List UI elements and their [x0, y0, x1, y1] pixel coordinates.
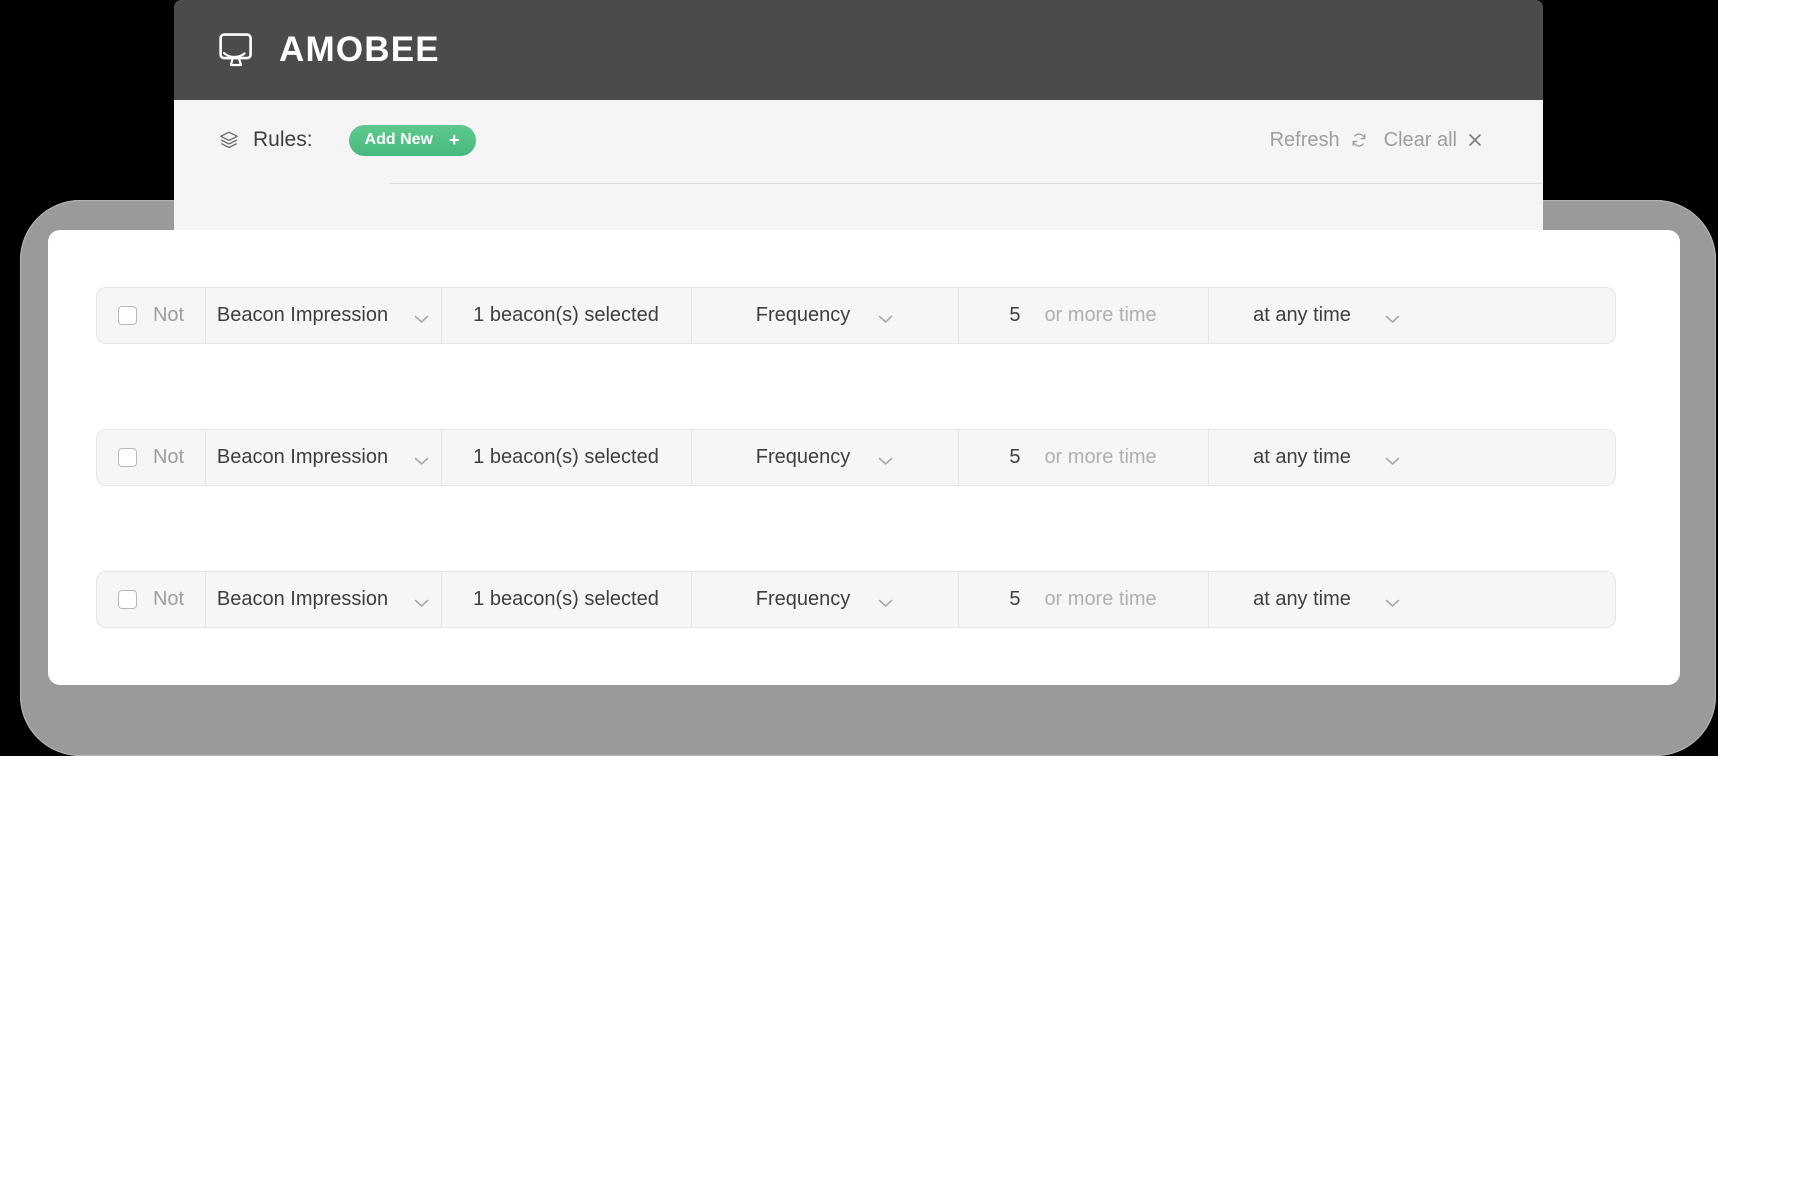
rule-not-segment: Not: [97, 572, 205, 627]
app-window: AMOBEE Rules: Add New + Refresh Clear al…: [174, 0, 1543, 260]
chevron-down-icon: [414, 595, 429, 607]
rule-metric-dropdown[interactable]: Frequency: [691, 572, 958, 627]
chevron-down-icon: [878, 311, 893, 323]
monitor-icon: [219, 33, 261, 67]
rule-type-value: Beacon Impression: [216, 446, 389, 468]
not-label: Not: [152, 588, 185, 610]
rule-beacons-selector[interactable]: 1 beacon(s) selected: [441, 430, 691, 485]
rule-timewindow-value: at any time: [1253, 446, 1351, 468]
add-new-button[interactable]: Add New +: [348, 124, 476, 156]
rule-timewindow-dropdown[interactable]: at any time: [1208, 430, 1445, 485]
rules-group: Rules:: [219, 128, 313, 152]
rule-count-placeholder: or more time: [1044, 446, 1157, 468]
rule-count-value: 5: [1009, 588, 1021, 610]
rule-type-dropdown[interactable]: Beacon Impression: [205, 572, 441, 627]
rule-metric-dropdown[interactable]: Frequency: [691, 430, 958, 485]
rule-timewindow-dropdown[interactable]: at any time: [1208, 288, 1445, 343]
rules-toolbar: Rules: Add New + Refresh Clear all: [174, 100, 1543, 180]
refresh-button[interactable]: Refresh: [1270, 129, 1368, 152]
chevron-down-icon: [1385, 595, 1400, 607]
rule-beacons-selector[interactable]: 1 beacon(s) selected: [441, 288, 691, 343]
rule-count-input[interactable]: 5 or more time: [958, 288, 1208, 343]
rule-count-input[interactable]: 5 or more time: [958, 572, 1208, 627]
not-checkbox[interactable]: [117, 448, 137, 467]
table-row: Not Beacon Impression 1 beacon(s) select…: [96, 287, 1616, 344]
toolbar-divider: [390, 183, 1543, 184]
rule-metric-dropdown[interactable]: Frequency: [691, 288, 958, 343]
rule-beacons-selector[interactable]: 1 beacon(s) selected: [441, 572, 691, 627]
clear-all-label: Clear all: [1383, 128, 1457, 151]
rule-count-input[interactable]: 5 or more time: [958, 430, 1208, 485]
table-row: Not Beacon Impression 1 beacon(s) select…: [96, 571, 1616, 628]
rule-timewindow-value: at any time: [1253, 304, 1351, 326]
refresh-label: Refresh: [1269, 128, 1340, 151]
rule-type-dropdown[interactable]: Beacon Impression: [205, 288, 441, 343]
rule-metric-value: Frequency: [755, 588, 851, 610]
table-row: Not Beacon Impression 1 beacon(s) select…: [96, 429, 1616, 486]
rule-metric-value: Frequency: [755, 304, 851, 326]
chevron-down-icon: [1385, 453, 1400, 465]
brand-wordmark: AMOBEE: [279, 30, 440, 69]
rule-metric-value: Frequency: [755, 446, 851, 468]
refresh-icon: [1350, 131, 1368, 149]
rule-count-value: 5: [1009, 446, 1021, 468]
not-checkbox[interactable]: [117, 590, 137, 609]
rule-beacons-value: 1 beacon(s) selected: [473, 304, 659, 326]
rule-not-segment: Not: [97, 288, 205, 343]
app-header: AMOBEE: [174, 0, 1543, 100]
chevron-down-icon: [414, 453, 429, 465]
rule-count-placeholder: or more time: [1044, 304, 1157, 326]
add-new-label: Add New: [364, 131, 433, 148]
rule-count-placeholder: or more time: [1044, 588, 1157, 610]
chevron-down-icon: [878, 453, 893, 465]
toolbar-actions: Refresh Clear all: [1270, 129, 1498, 152]
not-label: Not: [152, 446, 185, 468]
clear-all-button[interactable]: Clear all: [1384, 129, 1483, 152]
not-checkbox[interactable]: [117, 306, 137, 325]
chevron-down-icon: [1385, 311, 1400, 323]
chevron-down-icon: [414, 311, 429, 323]
rule-timewindow-value: at any time: [1253, 588, 1351, 610]
rule-not-segment: Not: [97, 430, 205, 485]
rule-count-value: 5: [1009, 304, 1021, 326]
layers-icon: [219, 130, 239, 150]
chevron-down-icon: [878, 595, 893, 607]
rule-type-value: Beacon Impression: [216, 304, 389, 326]
rule-beacons-value: 1 beacon(s) selected: [473, 446, 659, 468]
rule-timewindow-dropdown[interactable]: at any time: [1208, 572, 1445, 627]
rule-type-value: Beacon Impression: [216, 588, 389, 610]
not-label: Not: [152, 304, 185, 326]
rule-beacons-value: 1 beacon(s) selected: [473, 588, 659, 610]
rules-label: Rules:: [253, 128, 313, 151]
rules-list: Not Beacon Impression 1 beacon(s) select…: [96, 287, 1616, 628]
close-icon: [1467, 132, 1483, 148]
rules-overlay-card: Not Beacon Impression 1 beacon(s) select…: [48, 230, 1680, 685]
rule-type-dropdown[interactable]: Beacon Impression: [205, 430, 441, 485]
plus-icon: +: [448, 130, 460, 150]
